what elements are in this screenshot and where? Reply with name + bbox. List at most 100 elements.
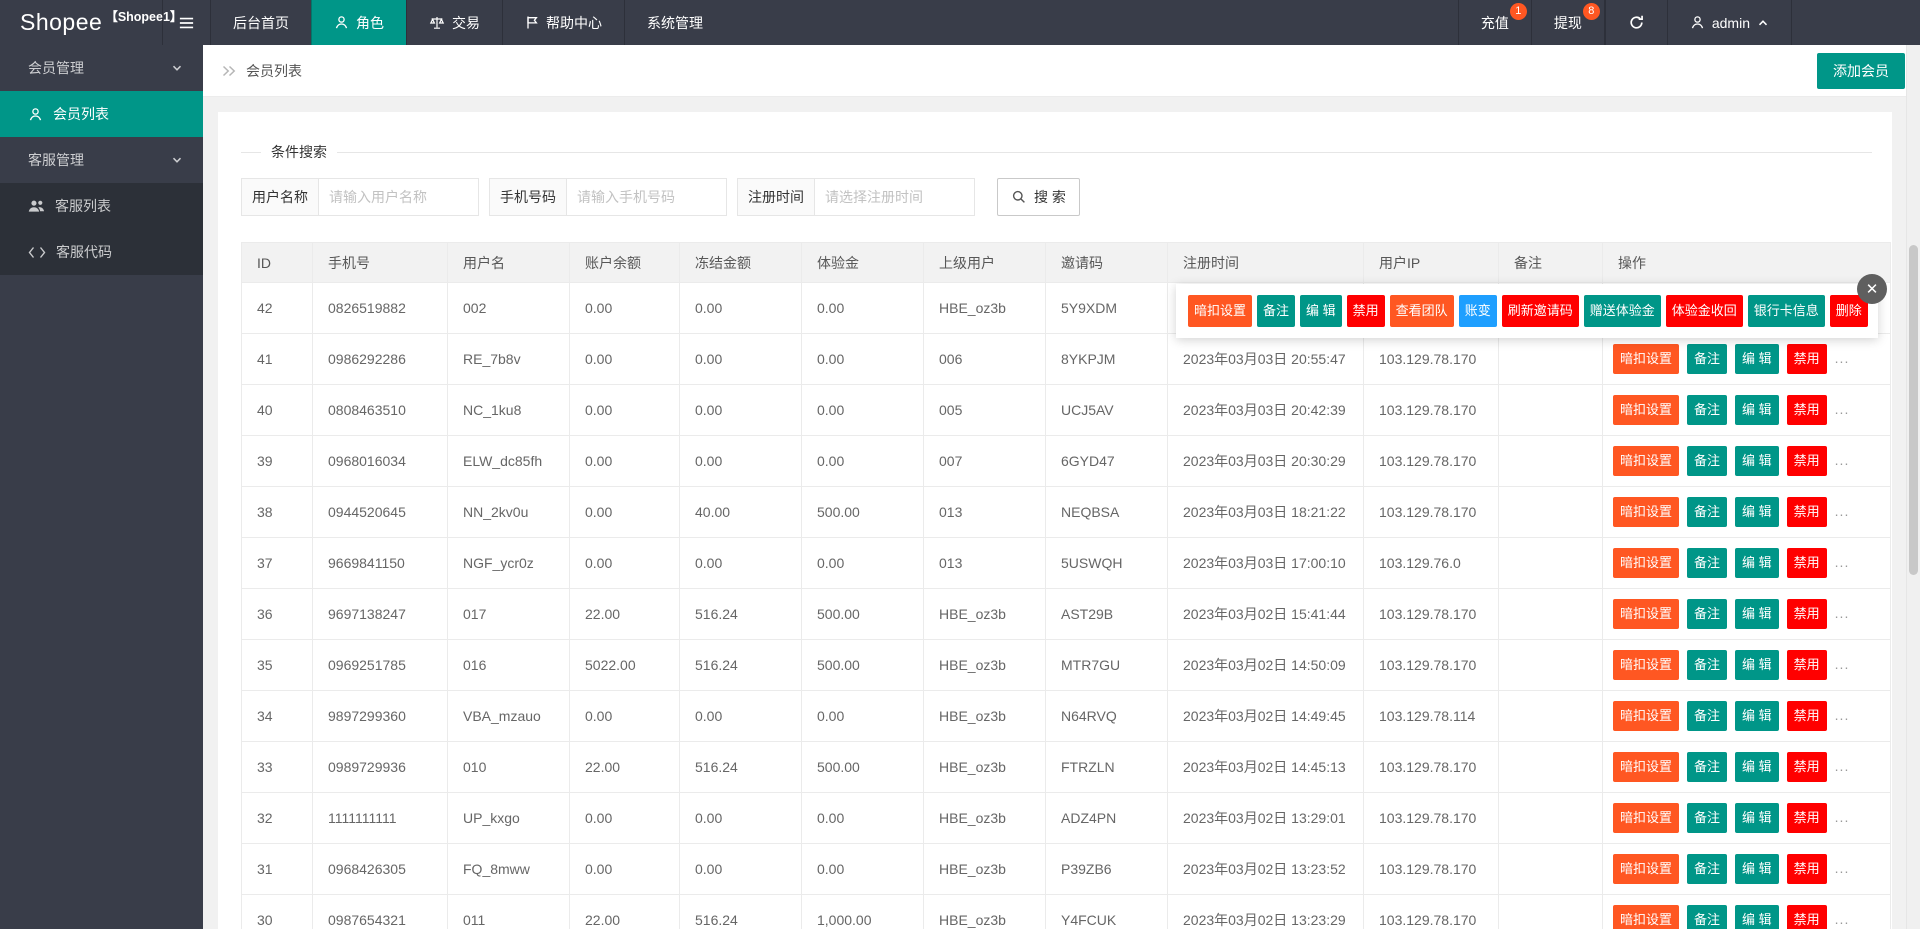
row-action-button[interactable]: 暗扣设置 bbox=[1613, 803, 1680, 833]
row-action-button[interactable]: 暗扣设置 bbox=[1613, 497, 1680, 527]
row-action-button[interactable]: 禁用 bbox=[1786, 548, 1827, 578]
cell-id: 41 bbox=[241, 333, 313, 385]
row-action-button[interactable]: 备注 bbox=[1687, 854, 1728, 884]
row-action-button[interactable]: 编 辑 bbox=[1735, 905, 1779, 929]
popup-close-button[interactable]: ✕ bbox=[1857, 274, 1887, 304]
row-action-button[interactable]: 禁用 bbox=[1786, 395, 1827, 425]
nav-item-4[interactable]: 系统管理 bbox=[624, 0, 725, 45]
row-action-button[interactable]: 禁用 bbox=[1786, 905, 1827, 929]
row-action-button[interactable]: 编 辑 bbox=[1735, 395, 1779, 425]
row-action-button[interactable]: 备注 bbox=[1687, 701, 1728, 731]
row-action-button[interactable]: 备注 bbox=[1687, 446, 1728, 476]
row-action-button[interactable]: 编 辑 bbox=[1735, 650, 1779, 680]
popup-action-button[interactable]: 暗扣设置 bbox=[1188, 295, 1253, 327]
popup-action-button[interactable]: 禁用 bbox=[1346, 295, 1385, 327]
row-action-button[interactable]: 备注 bbox=[1687, 548, 1728, 578]
row-action-button[interactable]: 备注 bbox=[1687, 650, 1728, 680]
sidebar-item-service-code[interactable]: 客服代码 bbox=[0, 229, 203, 275]
cell-username: 017 bbox=[447, 588, 570, 640]
row-action-button[interactable]: 编 辑 bbox=[1735, 497, 1779, 527]
row-action-button[interactable]: 备注 bbox=[1687, 905, 1728, 929]
popup-action-button[interactable]: 备注 bbox=[1257, 295, 1296, 327]
row-more-actions[interactable]: ... bbox=[1835, 809, 1850, 825]
row-action-button[interactable]: 暗扣设置 bbox=[1613, 905, 1680, 929]
scrollbar-thumb[interactable] bbox=[1909, 245, 1918, 575]
row-action-button[interactable]: 编 辑 bbox=[1735, 599, 1779, 629]
nav-item-2[interactable]: 交易 bbox=[406, 0, 502, 45]
row-action-button[interactable]: 备注 bbox=[1687, 497, 1728, 527]
row-more-actions[interactable]: ... bbox=[1835, 401, 1850, 417]
row-action-button[interactable]: 备注 bbox=[1687, 803, 1728, 833]
row-action-button[interactable]: 禁用 bbox=[1786, 497, 1827, 527]
row-action-button[interactable]: 禁用 bbox=[1786, 599, 1827, 629]
row-more-actions[interactable]: ... bbox=[1835, 503, 1850, 519]
cell-remark bbox=[1498, 894, 1603, 929]
popup-action-button[interactable]: 编 辑 bbox=[1300, 295, 1342, 327]
row-action-button[interactable]: 编 辑 bbox=[1735, 752, 1779, 782]
row-action-button[interactable]: 暗扣设置 bbox=[1613, 701, 1680, 731]
row-more-actions[interactable]: ... bbox=[1835, 656, 1850, 672]
nav-item-label: 后台首页 bbox=[233, 14, 289, 31]
row-action-button[interactable]: 暗扣设置 bbox=[1613, 752, 1680, 782]
popup-action-button[interactable]: 体验金收回 bbox=[1665, 295, 1743, 327]
row-action-button[interactable]: 禁用 bbox=[1786, 752, 1827, 782]
row-action-button[interactable]: 禁用 bbox=[1786, 803, 1827, 833]
add-member-button[interactable]: 添加会员 bbox=[1817, 52, 1905, 89]
row-action-button[interactable]: 编 辑 bbox=[1735, 701, 1779, 731]
row-more-actions[interactable]: ... bbox=[1835, 758, 1850, 774]
row-action-button[interactable]: 禁用 bbox=[1786, 701, 1827, 731]
row-action-button[interactable]: 禁用 bbox=[1786, 650, 1827, 680]
row-action-button[interactable]: 备注 bbox=[1687, 344, 1728, 374]
row-more-actions[interactable]: ... bbox=[1835, 860, 1850, 876]
user-menu[interactable]: admin bbox=[1666, 0, 1792, 45]
sidebar-group-member-management[interactable]: 会员管理 bbox=[0, 45, 203, 91]
row-more-actions[interactable]: ... bbox=[1835, 911, 1850, 927]
popup-action-button[interactable]: 账变 bbox=[1458, 295, 1497, 327]
row-more-actions[interactable]: ... bbox=[1835, 707, 1850, 723]
menu-toggle-button[interactable] bbox=[162, 0, 210, 45]
page-scrollbar[interactable] bbox=[1906, 45, 1920, 929]
sidebar-item-service-list[interactable]: 客服列表 bbox=[0, 183, 203, 229]
row-action-button[interactable]: 备注 bbox=[1687, 599, 1728, 629]
row-action-button[interactable]: 暗扣设置 bbox=[1613, 446, 1680, 476]
row-action-button[interactable]: 暗扣设置 bbox=[1613, 650, 1680, 680]
sidebar-item-member-list[interactable]: 会员列表 bbox=[0, 91, 203, 137]
refresh-button[interactable] bbox=[1604, 0, 1667, 45]
row-action-button[interactable]: 禁用 bbox=[1786, 854, 1827, 884]
search-button[interactable]: 搜 索 bbox=[997, 178, 1080, 216]
username-input[interactable] bbox=[319, 178, 479, 216]
nav-item-0[interactable]: 后台首页 bbox=[210, 0, 311, 45]
row-more-actions[interactable]: ... bbox=[1835, 554, 1850, 570]
sidebar-group-service-management[interactable]: 客服管理 bbox=[0, 137, 203, 183]
popup-action-button[interactable]: 查看团队 bbox=[1389, 295, 1454, 327]
popup-action-button[interactable]: 刷新邀请码 bbox=[1501, 295, 1579, 327]
row-action-button[interactable]: 编 辑 bbox=[1735, 446, 1779, 476]
row-action-button[interactable]: 暗扣设置 bbox=[1613, 548, 1680, 578]
row-more-actions[interactable]: ... bbox=[1835, 452, 1850, 468]
nav-right-item-0[interactable]: 充值 1 bbox=[1457, 0, 1531, 45]
row-more-actions[interactable]: ... bbox=[1835, 350, 1850, 366]
nav-right-item-1[interactable]: 提现 8 bbox=[1530, 0, 1605, 45]
row-action-button[interactable]: 备注 bbox=[1687, 752, 1728, 782]
cell-phone: 0808463510 bbox=[312, 384, 448, 436]
row-action-button[interactable]: 备注 bbox=[1687, 395, 1728, 425]
popup-action-button[interactable]: 银行卡信息 bbox=[1747, 295, 1825, 327]
row-action-button[interactable]: 编 辑 bbox=[1735, 803, 1779, 833]
nav-item-3[interactable]: 帮助中心 bbox=[502, 0, 624, 45]
username-label: 用户名称 bbox=[241, 178, 319, 216]
sidebar-group-label: 会员管理 bbox=[28, 60, 84, 76]
row-action-button[interactable]: 禁用 bbox=[1786, 446, 1827, 476]
regtime-input[interactable] bbox=[815, 178, 975, 216]
phone-input[interactable] bbox=[567, 178, 727, 216]
row-action-button[interactable]: 暗扣设置 bbox=[1613, 395, 1680, 425]
nav-item-1[interactable]: 角色 bbox=[311, 0, 406, 45]
row-action-button[interactable]: 编 辑 bbox=[1735, 854, 1779, 884]
row-action-button[interactable]: 编 辑 bbox=[1735, 344, 1779, 374]
row-action-button[interactable]: 编 辑 bbox=[1735, 548, 1779, 578]
row-action-button[interactable]: 暗扣设置 bbox=[1613, 599, 1680, 629]
row-action-button[interactable]: 禁用 bbox=[1786, 344, 1827, 374]
popup-action-button[interactable]: 赠送体验金 bbox=[1583, 295, 1661, 327]
row-action-button[interactable]: 暗扣设置 bbox=[1613, 344, 1680, 374]
row-more-actions[interactable]: ... bbox=[1835, 605, 1850, 621]
row-action-button[interactable]: 暗扣设置 bbox=[1613, 854, 1680, 884]
